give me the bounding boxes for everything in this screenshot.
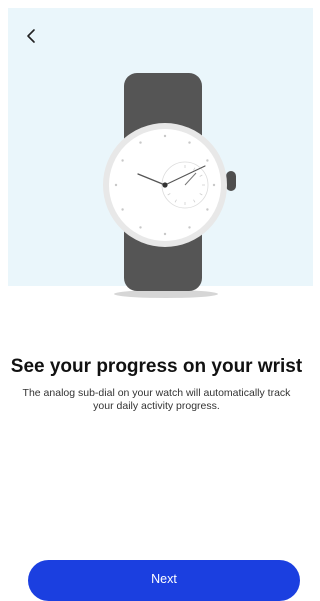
watch-crown [226, 171, 236, 191]
page-title: See your progress on your wrist [10, 356, 303, 377]
hand-pivot [162, 182, 168, 188]
back-button[interactable] [20, 24, 44, 48]
next-button[interactable]: Next [28, 560, 300, 601]
watch-illustration [103, 73, 236, 298]
watch-shadow [114, 290, 218, 298]
page-description: The analog sub-dial on your watch will a… [22, 387, 291, 412]
chevron-left-icon [27, 29, 35, 43]
